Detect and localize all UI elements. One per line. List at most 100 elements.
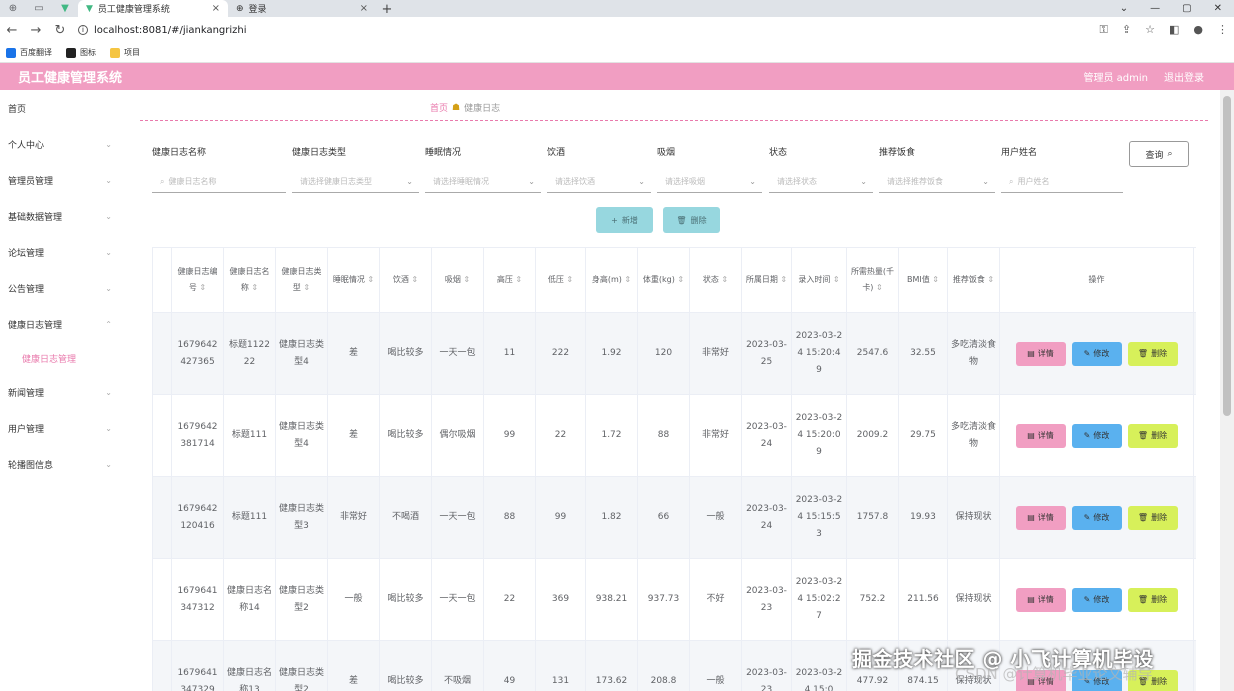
breadcrumb-home[interactable]: 首页 [430, 101, 448, 114]
sidebar-item-basedata[interactable]: 基础数据管理 ⌄ [0, 198, 122, 234]
column-header[interactable]: 睡眠情况 ⇕ [328, 248, 380, 312]
share-icon[interactable]: ⇪ [1122, 23, 1131, 37]
reload-icon[interactable]: ↻ [54, 23, 66, 38]
sidebar-item-notice[interactable]: 公告管理 ⌄ [0, 270, 122, 306]
sidebar-item-forum[interactable]: 论坛管理 ⌄ [0, 234, 122, 270]
sidebar-item-admins[interactable]: 管理员管理 ⌄ [0, 162, 122, 198]
column-header[interactable]: 健康日志名称 ⇕ [224, 248, 276, 312]
delete-button[interactable]: 🗑 删除 [1127, 341, 1178, 366]
logout-link[interactable]: 退出登录 [1164, 69, 1204, 84]
browser-tab-login[interactable]: ⊕ 登录 × [228, 0, 376, 17]
column-header[interactable]: 身高(m) ⇕ [586, 248, 638, 312]
url-field[interactable]: i localhost:8081/#/jiankangrizhi [78, 25, 247, 36]
detail-button[interactable]: ▤ 详情 [1015, 341, 1066, 366]
sidebar-item-home[interactable]: 首页 [0, 90, 122, 126]
column-header[interactable]: 高压 ⇕ [484, 248, 536, 312]
filter-sleep-select[interactable]: 请选择睡眠情况 ⌄ [425, 171, 541, 193]
sort-icon[interactable]: ⇕ [622, 275, 631, 284]
sort-icon[interactable]: ⇕ [778, 275, 787, 284]
edit-button[interactable]: ✎ 修改 [1071, 505, 1122, 530]
sort-icon[interactable]: ⇕ [365, 275, 374, 284]
close-window-icon[interactable]: ✕ [1214, 3, 1222, 14]
sort-icon[interactable]: ⇕ [830, 275, 840, 284]
browser-tab-active[interactable]: ▼ 员工健康管理系统 × [78, 0, 228, 17]
tab-blank[interactable]: ▭ [26, 0, 52, 17]
filter-username-input[interactable]: ⌕ 用户姓名 [1001, 171, 1123, 193]
delete-button[interactable]: 🗑 删除 [1127, 587, 1178, 612]
row-select-cell[interactable] [152, 477, 172, 558]
column-header[interactable]: 推荐饭食 ⇕ [948, 248, 1000, 312]
sidebar-item-healthlog[interactable]: 健康日志管理 ⌃ [0, 306, 122, 342]
edit-button[interactable]: ✎ 修改 [1071, 341, 1122, 366]
row-select-cell[interactable] [152, 641, 172, 691]
sort-icon[interactable]: ⇕ [461, 275, 470, 284]
vue-icon[interactable]: ▼ [52, 0, 78, 17]
filter-name-input[interactable]: ⌕ 健康日志名称 [152, 171, 286, 193]
edit-button[interactable]: ✎ 修改 [1071, 423, 1122, 448]
column-header[interactable]: 操作 [1000, 248, 1194, 312]
column-header[interactable]: 低压 ⇕ [536, 248, 586, 312]
sort-icon[interactable]: ⇕ [985, 275, 994, 284]
menu-icon[interactable]: ⋮ [1217, 23, 1228, 37]
info-icon[interactable]: i [78, 25, 88, 35]
sort-icon[interactable]: ⇕ [564, 275, 573, 284]
key-icon[interactable]: ⚿ [1100, 23, 1108, 37]
sidebar-item-users[interactable]: 用户管理 ⌄ [0, 410, 122, 446]
bookmark-item[interactable]: 图标 [66, 47, 96, 58]
sort-icon[interactable]: ⇕ [873, 283, 883, 292]
detail-button[interactable]: ▤ 详情 [1015, 587, 1066, 612]
page-scrollbar[interactable] [1220, 90, 1234, 691]
sort-icon[interactable]: ⇕ [675, 275, 684, 284]
detail-button[interactable]: ▤ 详情 [1015, 505, 1066, 530]
column-header[interactable]: 所需热量(千卡) ⇕ [847, 248, 899, 312]
sort-icon[interactable]: ⇕ [197, 283, 206, 292]
filter-smoke-select[interactable]: 请选择吸烟 ⌄ [657, 171, 762, 193]
sort-icon[interactable]: ⇕ [930, 275, 939, 284]
column-header[interactable]: 饮酒 ⇕ [380, 248, 432, 312]
sort-icon[interactable]: ⇕ [249, 283, 258, 292]
back-icon[interactable]: ← [6, 23, 18, 38]
add-button[interactable]: + 新增 [596, 207, 653, 233]
row-select-cell[interactable] [152, 313, 172, 394]
column-header[interactable]: BMI值 ⇕ [899, 248, 948, 312]
new-tab-button[interactable]: + [376, 2, 398, 17]
close-icon[interactable]: × [360, 3, 368, 14]
star-icon[interactable]: ☆ [1145, 23, 1155, 37]
sidebar-subitem-healthlog[interactable]: 健康日志管理 [0, 342, 122, 374]
query-button[interactable]: 查询 ⌕ [1129, 141, 1189, 167]
sidebar-item-carousel[interactable]: 轮播图信息 ⌄ [0, 446, 122, 482]
column-header[interactable]: 所属日期 ⇕ [742, 248, 792, 312]
sidebar-item-news[interactable]: 新闻管理 ⌄ [0, 374, 122, 410]
column-header[interactable]: 吸烟 ⇕ [432, 248, 484, 312]
detail-button[interactable]: ▤ 详情 [1015, 423, 1066, 448]
maximize-icon[interactable]: ▢ [1182, 3, 1191, 14]
sort-icon[interactable]: ⇕ [409, 275, 418, 284]
minimize-icon[interactable]: — [1150, 3, 1160, 14]
filter-food-select[interactable]: 请选择推荐饭食 ⌄ [879, 171, 995, 193]
row-select-cell[interactable] [152, 395, 172, 476]
delete-button[interactable]: 🗑 删除 [1127, 505, 1178, 530]
sidebar-item-profile[interactable]: 个人中心 ⌄ [0, 126, 122, 162]
column-header[interactable]: 健康日志编号 ⇕ [172, 248, 224, 312]
chevron-down-icon[interactable]: ⌄ [1120, 3, 1128, 14]
column-header[interactable]: 状态 ⇕ [690, 248, 742, 312]
sort-icon[interactable]: ⇕ [719, 275, 728, 284]
edit-button[interactable]: ✎ 修改 [1071, 587, 1122, 612]
row-select-cell[interactable] [152, 559, 172, 640]
filter-type-select[interactable]: 请选择健康日志类型 ⌄ [292, 171, 419, 193]
filter-drink-select[interactable]: 请选择饮酒 ⌄ [547, 171, 651, 193]
bookmark-item[interactable]: 百度翻译 [6, 47, 52, 58]
batch-delete-button[interactable]: 🗑 删除 [663, 207, 720, 233]
close-icon[interactable]: × [212, 3, 220, 14]
delete-button[interactable]: 🗑 删除 [1127, 423, 1178, 448]
bookmark-item[interactable]: 项目 [110, 47, 140, 58]
column-header[interactable]: 体重(kg) ⇕ [638, 248, 690, 312]
column-header[interactable]: 录入时间 ⇕ [792, 248, 847, 312]
filter-status-select[interactable]: 请选择状态 ⌄ [769, 171, 873, 193]
column-header[interactable]: 健康日志类型 ⇕ [276, 248, 328, 312]
forward-icon[interactable]: → [30, 23, 42, 38]
sort-icon[interactable]: ⇕ [513, 275, 522, 284]
scroll-thumb[interactable] [1223, 96, 1231, 416]
globe-icon[interactable]: ⊕ [0, 0, 26, 17]
profile-icon[interactable]: ● [1193, 23, 1203, 37]
